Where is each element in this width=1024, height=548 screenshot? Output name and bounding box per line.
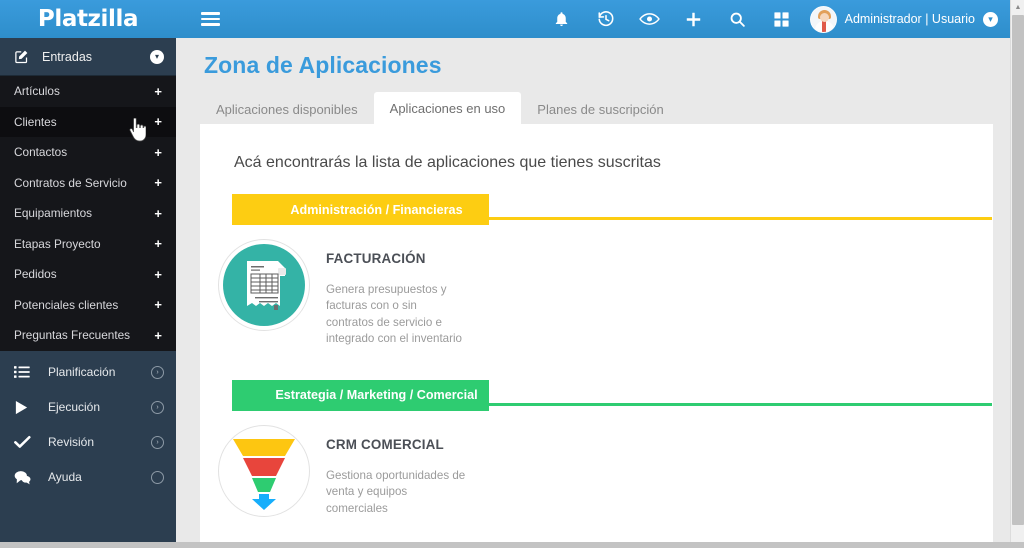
tab-planes-de-suscripcion[interactable]: Planes de suscripción (521, 94, 679, 124)
category-header: Estrategia / Marketing / Comercial (232, 379, 993, 411)
sidebar-lower-menu: Planificación › Ejecución › Revisión › A… (0, 350, 176, 545)
sidebar-item-clientes[interactable]: Clientes + (0, 106, 176, 137)
app-description: Genera presupuestos y facturas con o sin… (326, 283, 462, 346)
sidebar-item-equipamientos[interactable]: Equipamientos + (0, 198, 176, 229)
app-title: CRM COMERCIAL (326, 436, 444, 452)
tab-aplicaciones-disponibles[interactable]: Aplicaciones disponibles (200, 94, 374, 124)
expand-icon[interactable]: + (154, 176, 162, 189)
user-menu[interactable]: Administrador | Usuario ▾ (804, 5, 1024, 33)
expand-icon[interactable]: + (154, 268, 162, 281)
expand-icon[interactable]: + (154, 207, 162, 220)
expand-icon[interactable]: + (154, 115, 162, 128)
check-icon (14, 435, 40, 449)
expand-icon[interactable]: + (154, 329, 162, 342)
sidebar: Entradas ▾ Artículos + Clientes + Contac… (0, 38, 176, 548)
chevron-right-icon[interactable]: › (151, 400, 164, 414)
sidebar-item-pedidos[interactable]: Pedidos + (0, 259, 176, 290)
app-window: Platzilla Administrador | Usuario ▾ Entr… (0, 0, 1024, 548)
sidebar-item-label: Ejecución (48, 400, 101, 414)
expand-icon[interactable]: + (154, 85, 162, 98)
history-icon[interactable] (584, 0, 628, 38)
plus-icon[interactable] (672, 0, 716, 38)
sidebar-item-label: Revisión (48, 435, 95, 449)
sidebar-item-label: Artículos (14, 84, 60, 99)
sidebar-item-contactos[interactable]: Contactos + (0, 137, 176, 168)
chevron-right-icon[interactable]: › (151, 365, 164, 379)
sidebar-header-label: Entradas (42, 49, 93, 64)
horizontal-scrollbar[interactable] (0, 542, 1024, 548)
app-title: FACTURACIÓN (326, 251, 426, 266)
applications-panel: Acá encontrarás la lista de aplicaciones… (200, 124, 993, 543)
scroll-up-arrow[interactable]: ▲ (1011, 0, 1024, 14)
sidebar-item-label: Contratos de Servicio (14, 175, 127, 190)
category-title-administracion: Administración / Financieras (232, 194, 489, 225)
eye-icon[interactable] (628, 0, 672, 38)
app-text-block: FACTURACIÓN Genera presupuestos y factur… (326, 239, 466, 348)
sidebar-menu-list: Artículos + Clientes + Contactos + Contr… (0, 76, 176, 351)
sidebar-item-potenciales-clientes[interactable]: Potenciales clientes + (0, 290, 176, 321)
tab-bar: Aplicaciones disponibles Aplicaciones en… (200, 92, 1010, 124)
sidebar-item-contratos-de-servicio[interactable]: Contratos de Servicio + (0, 168, 176, 199)
tab-aplicaciones-en-uso[interactable]: Aplicaciones en uso (373, 92, 522, 124)
app-card-crm-comercial[interactable]: CRM COMERCIAL Gestiona oportunidades de … (200, 411, 993, 517)
main-content: Zona de Aplicaciones Aplicaciones dispon… (176, 38, 1010, 543)
category-rule (489, 217, 992, 220)
vertical-scrollbar-thumb[interactable] (1012, 15, 1024, 525)
avatar (809, 5, 837, 33)
chat-icon (14, 470, 40, 485)
top-bar: Platzilla Administrador | Usuario ▾ (0, 0, 1024, 38)
sidebar-item-ayuda[interactable]: Ayuda (0, 460, 176, 495)
sidebar-item-label: Equipamientos (14, 206, 93, 221)
notifications-icon[interactable] (540, 0, 584, 38)
sidebar-item-planificacion[interactable]: Planificación › (0, 355, 176, 390)
edit-square-icon (14, 49, 36, 64)
page-title: Zona de Aplicaciones (204, 52, 442, 78)
sidebar-item-etapas-proyecto[interactable]: Etapas Proyecto + (0, 229, 176, 260)
sidebar-item-label: Etapas Proyecto (14, 236, 101, 251)
sidebar-item-label: Preguntas Frecuentes (14, 328, 131, 343)
sidebar-item-label: Contactos (14, 145, 68, 160)
app-description: Gestiona oportunidades de venta y equipo… (326, 468, 466, 515)
topbar-icon-group (540, 0, 804, 38)
app-text-block: CRM COMERCIAL Gestiona oportunidades de … (326, 425, 466, 517)
expand-icon[interactable]: + (154, 146, 162, 159)
expand-icon[interactable]: + (154, 298, 162, 311)
sidebar-item-ejecucion[interactable]: Ejecución › (0, 390, 176, 425)
vertical-scrollbar[interactable]: ▲ (1010, 0, 1024, 543)
category-rule (489, 402, 992, 406)
hamburger-icon[interactable] (190, 0, 230, 38)
play-icon (14, 400, 40, 415)
category-block-administracion: Administración / Financieras FACTURACIÓN… (200, 194, 993, 348)
sidebar-item-label: Pedidos (14, 267, 57, 282)
sidebar-item-label: Clientes (14, 114, 57, 129)
sidebar-item-label: Planificación (48, 365, 116, 379)
category-title-estrategia: Estrategia / Marketing / Comercial (232, 379, 489, 411)
panel-lead-text: Acá encontrarás la lista de aplicaciones… (234, 154, 661, 171)
sidebar-item-revision[interactable]: Revisión › (0, 425, 176, 460)
category-header: Administración / Financieras (232, 194, 993, 225)
invoice-document-icon (218, 239, 310, 331)
sidebar-header-entradas[interactable]: Entradas ▾ (0, 38, 176, 76)
list-icon (14, 365, 40, 379)
sidebar-item-articulos[interactable]: Artículos + (0, 76, 176, 107)
chevron-down-icon[interactable]: ▾ (983, 11, 998, 27)
expand-icon[interactable]: + (154, 237, 162, 250)
sidebar-item-label: Potenciales clientes (14, 297, 119, 312)
chevron-down-icon[interactable]: ▾ (150, 49, 164, 64)
sidebar-item-preguntas-frecuentes[interactable]: Preguntas Frecuentes + (0, 320, 176, 351)
app-logo[interactable]: Platzilla (0, 0, 176, 38)
sidebar-item-label: Ayuda (48, 470, 82, 484)
app-card-facturacion[interactable]: FACTURACIÓN Genera presupuestos y factur… (200, 225, 993, 348)
chevron-right-icon[interactable] (151, 470, 164, 484)
user-name: Administrador | Usuario (844, 12, 975, 26)
sales-funnel-icon (218, 424, 310, 517)
chevron-right-icon[interactable]: › (151, 435, 164, 449)
apps-grid-icon[interactable] (760, 0, 804, 38)
category-block-estrategia: Estrategia / Marketing / Comercial CRM C (200, 379, 993, 517)
search-icon[interactable] (716, 0, 760, 38)
